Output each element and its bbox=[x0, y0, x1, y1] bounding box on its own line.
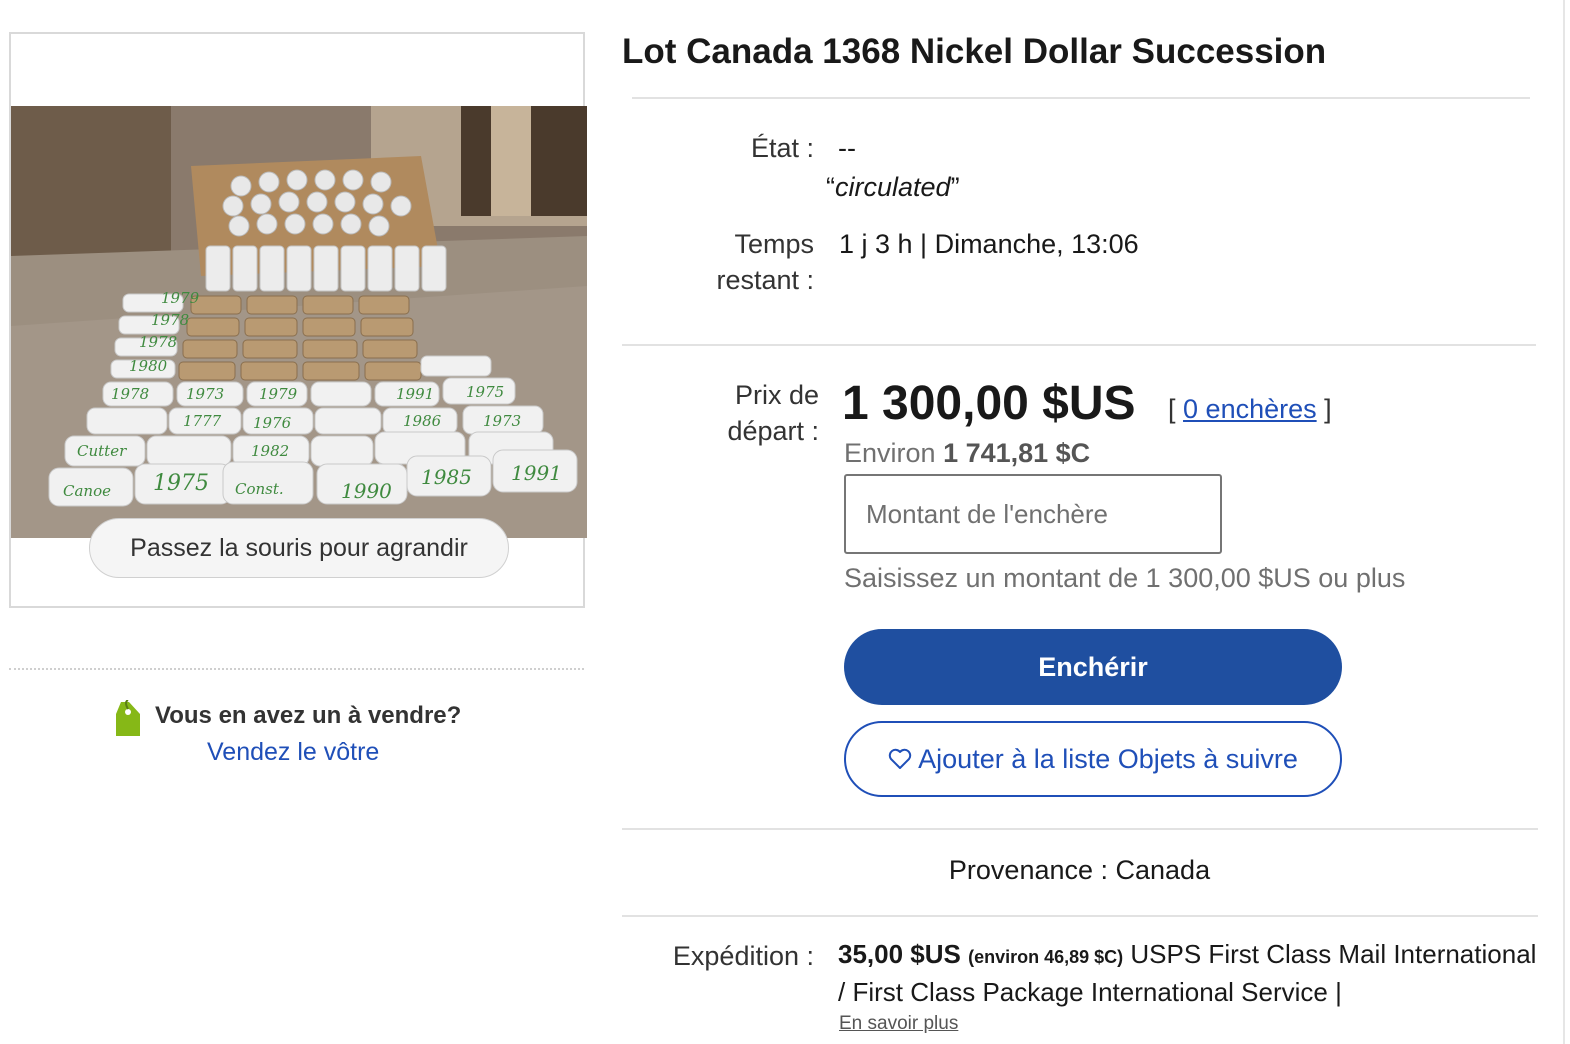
zoom-hint: Passez la souris pour agrandir bbox=[89, 518, 509, 578]
roll-label: 1975 bbox=[466, 383, 504, 401]
condition-note: “circulated” bbox=[826, 172, 960, 202]
item-image-frame[interactable]: 1979 1978 1978 1980 1978 1973 1979 1975 … bbox=[9, 32, 587, 608]
roll-label: 1982 bbox=[251, 442, 289, 460]
time-left-value: 1 j 3 h | Dimanche, 13:06 bbox=[839, 229, 1139, 259]
learn-more-link[interactable]: En savoir plus bbox=[839, 1013, 958, 1035]
sell-yours-link[interactable]: Vendez le vôtre bbox=[207, 738, 379, 767]
condition-value: -- bbox=[838, 133, 856, 163]
watchlist-label: Ajouter à la liste Objets à suivre bbox=[918, 743, 1298, 774]
item-location: Provenance : Canada bbox=[948, 855, 1211, 885]
bid-history-link[interactable]: 0 enchères bbox=[1183, 394, 1317, 424]
roll-label: 1980 bbox=[129, 357, 168, 375]
roll-label: 1991 bbox=[511, 461, 562, 485]
divider bbox=[9, 668, 584, 670]
shipping-cost: 35,00 $US bbox=[838, 939, 961, 969]
converted-price: Environ 1 741,81 $C bbox=[844, 438, 1091, 468]
roll-label: 1973 bbox=[483, 412, 521, 430]
bid-amount-input[interactable] bbox=[844, 474, 1222, 554]
roll-label: 1979 bbox=[259, 385, 298, 403]
roll-label: 1979 bbox=[161, 289, 200, 307]
starting-price-label: Prix de départ : bbox=[727, 380, 819, 446]
title-divider bbox=[632, 97, 1530, 99]
section-divider bbox=[622, 828, 1538, 830]
roll-label: Cutter bbox=[77, 442, 127, 460]
shipping-label: Expédition : bbox=[672, 941, 814, 971]
roll-label: 1975 bbox=[153, 471, 209, 496]
condition-label: État : bbox=[750, 133, 814, 163]
price-tag-icon bbox=[116, 700, 140, 736]
coin-rolls-photo: 1979 1978 1978 1980 1978 1973 1979 1975 … bbox=[11, 106, 587, 538]
roll-label: 1978 bbox=[111, 385, 149, 403]
roll-label: 1986 bbox=[403, 412, 442, 430]
roll-label: Canoe bbox=[63, 482, 111, 500]
item-title: Lot Canada 1368 Nickel Dollar Succession bbox=[622, 32, 1327, 71]
item-photo[interactable]: 1979 1978 1978 1980 1978 1973 1979 1975 … bbox=[11, 106, 587, 538]
roll-label: 1978 bbox=[139, 333, 177, 351]
section-divider bbox=[622, 344, 1536, 346]
roll-label: 1976 bbox=[253, 414, 292, 432]
roll-label: 1978 bbox=[151, 311, 189, 329]
place-bid-button[interactable]: Enchérir bbox=[844, 629, 1342, 705]
shipping-details: 35,00 $US (environ 46,89 $C) USPS First … bbox=[838, 937, 1538, 1010]
roll-label: Const. bbox=[235, 480, 284, 498]
roll-label: 1991 bbox=[396, 385, 434, 403]
roll-label: 1985 bbox=[421, 465, 472, 489]
scrollbar-edge bbox=[1563, 0, 1565, 1044]
sell-question: Vous en avez un à vendre? bbox=[155, 702, 462, 729]
roll-label: 1973 bbox=[186, 385, 224, 403]
roll-label: 1777 bbox=[183, 412, 222, 430]
bid-hint: Saisissez un montant de 1 300,00 $US ou … bbox=[844, 563, 1406, 593]
bid-count: [ 0 enchères ] bbox=[1168, 394, 1332, 424]
shipping-converted: (environ 46,89 $C) bbox=[968, 947, 1124, 967]
roll-label: 1990 bbox=[341, 479, 392, 503]
starting-price: 1 300,00 $US bbox=[842, 377, 1136, 430]
heart-icon bbox=[888, 748, 912, 769]
section-divider bbox=[622, 915, 1538, 917]
time-left-label: Temps restant : bbox=[716, 229, 814, 295]
add-to-watchlist-button[interactable]: Ajouter à la liste Objets à suivre bbox=[844, 721, 1342, 797]
